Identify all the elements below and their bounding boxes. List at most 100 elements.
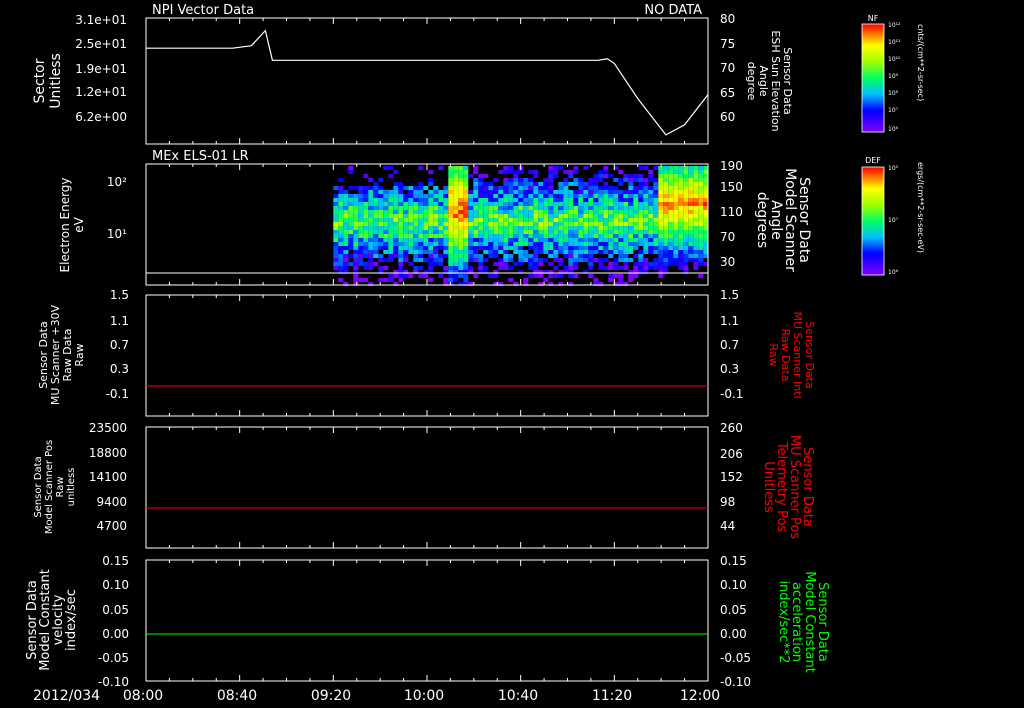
- spectrogram-cell: [448, 210, 454, 214]
- spectrogram-cell: [488, 214, 494, 218]
- spectrogram-cell: [503, 170, 509, 174]
- spectrogram-cell: [658, 202, 664, 206]
- spectrogram-cell: [358, 210, 364, 214]
- spectrogram-cell: [578, 190, 584, 194]
- spectrogram-cell: [458, 174, 464, 178]
- spectrogram-cell: [628, 206, 634, 210]
- spectrogram-cell: [658, 218, 664, 222]
- spectrogram-cell: [683, 226, 689, 230]
- spectrogram-cell: [618, 222, 624, 226]
- spectrogram-cell: [343, 246, 349, 250]
- spectrogram-cell: [628, 278, 634, 282]
- spectrogram-cell: [333, 266, 339, 270]
- spectrogram-cell: [333, 258, 339, 262]
- spectrogram-cell: [468, 230, 474, 234]
- spectrogram-cell: [648, 206, 654, 210]
- spectrogram-cell: [408, 186, 414, 190]
- spectrogram-cell: [463, 258, 469, 262]
- spectrogram-cell: [393, 206, 399, 210]
- spectrogram-cell: [438, 274, 444, 278]
- spectrogram-cell: [523, 206, 529, 210]
- spectrogram-cell: [438, 206, 444, 210]
- spectrogram-cell: [668, 230, 674, 234]
- spectrogram-cell: [518, 214, 524, 218]
- spectrogram-cell: [628, 198, 634, 202]
- spectrogram-cell: [698, 194, 704, 198]
- spectrogram-cell: [473, 190, 479, 194]
- spectrogram-cell: [493, 206, 499, 210]
- spectrogram-cell: [348, 242, 354, 246]
- spectrogram-cell: [408, 194, 414, 198]
- spectrogram-cell: [433, 186, 439, 190]
- spectrogram-cell: [388, 190, 394, 194]
- panel-mu-scanner-30v: 1.5 1.1 0.7 0.3 -0.1 1.5 1.1 0.7 0.3 -0.…: [37, 288, 816, 417]
- spectrogram-cell: [608, 194, 614, 198]
- axis-label-line: Unitless: [761, 461, 776, 513]
- spectrogram-cell: [603, 266, 609, 270]
- spectrogram-cell: [468, 202, 474, 206]
- spectrogram-cell: [663, 186, 669, 190]
- spectrogram-cell: [433, 222, 439, 226]
- spectrogram-cell: [618, 250, 624, 254]
- spectrogram-cell: [438, 242, 444, 246]
- spectrogram-cell: [498, 226, 504, 230]
- spectrogram-cell: [448, 258, 454, 262]
- spectrogram-cell: [613, 222, 619, 226]
- spectrogram-cell: [613, 258, 619, 262]
- spectrogram-cell: [623, 238, 629, 242]
- spectrogram-cell: [443, 222, 449, 226]
- spectrogram-cell: [678, 182, 684, 186]
- spectrogram-cell: [568, 174, 574, 178]
- spectrogram-cell: [698, 250, 704, 254]
- spectrogram-cell: [538, 234, 544, 238]
- spectrogram-cell: [638, 174, 644, 178]
- spectrogram-cell: [413, 222, 419, 226]
- spectrogram-cell: [663, 242, 669, 246]
- spectrogram-cell: [373, 186, 379, 190]
- spectrogram-cell: [413, 238, 419, 242]
- spectrogram-cell: [588, 258, 594, 262]
- spectrogram-cell: [358, 258, 364, 262]
- spectrogram-cell: [353, 218, 359, 222]
- spectrogram-cell: [453, 274, 459, 278]
- spectrogram-cell: [673, 222, 679, 226]
- spectrogram-cell: [608, 214, 614, 218]
- spectrogram-cell: [363, 278, 369, 282]
- axis-label-line: Raw: [767, 343, 780, 366]
- spectrogram-cell: [353, 262, 359, 266]
- left-axis-label: Sector Unitless: [32, 53, 64, 109]
- spectrogram-cell: [373, 238, 379, 242]
- spectrogram-cell: [458, 230, 464, 234]
- spectrogram-cell: [518, 218, 524, 222]
- spectrogram-cell: [508, 254, 514, 258]
- spectrogram-cell: [503, 198, 509, 202]
- spectrogram-cell: [628, 226, 634, 230]
- spectrogram-cell: [668, 194, 674, 198]
- spectrogram-cell: [428, 234, 434, 238]
- spectrogram-cell: [528, 242, 534, 246]
- spectrogram-cell: [363, 198, 369, 202]
- spectrogram-cell: [563, 254, 569, 258]
- spectrogram-cell: [638, 266, 644, 270]
- spectrogram-cell: [653, 190, 659, 194]
- spectrogram-cell: [598, 258, 604, 262]
- spectrogram-cell: [383, 242, 389, 246]
- spectrogram-cell: [648, 238, 654, 242]
- spectrogram-cell: [333, 242, 339, 246]
- spectrogram-cell: [508, 194, 514, 198]
- spectrogram-cell: [508, 222, 514, 226]
- spectrogram-cell: [463, 202, 469, 206]
- tick-label: 1.9e+01: [75, 62, 127, 76]
- spectrogram-cell: [633, 274, 639, 278]
- spectrogram-cell: [623, 242, 629, 246]
- spectrogram-cell: [613, 210, 619, 214]
- spectrogram-cell: [583, 258, 589, 262]
- spectrogram-cell: [473, 222, 479, 226]
- spectrogram-cell: [653, 262, 659, 266]
- spectrogram-cell: [673, 174, 679, 178]
- spectrogram-cell: [453, 250, 459, 254]
- spectrogram-cell: [478, 262, 484, 266]
- left-ticks: 0.15 0.10 0.05 0.00 -0.05 -0.10: [98, 554, 129, 689]
- spectrogram-cell: [363, 266, 369, 270]
- spectrogram-cell: [403, 222, 409, 226]
